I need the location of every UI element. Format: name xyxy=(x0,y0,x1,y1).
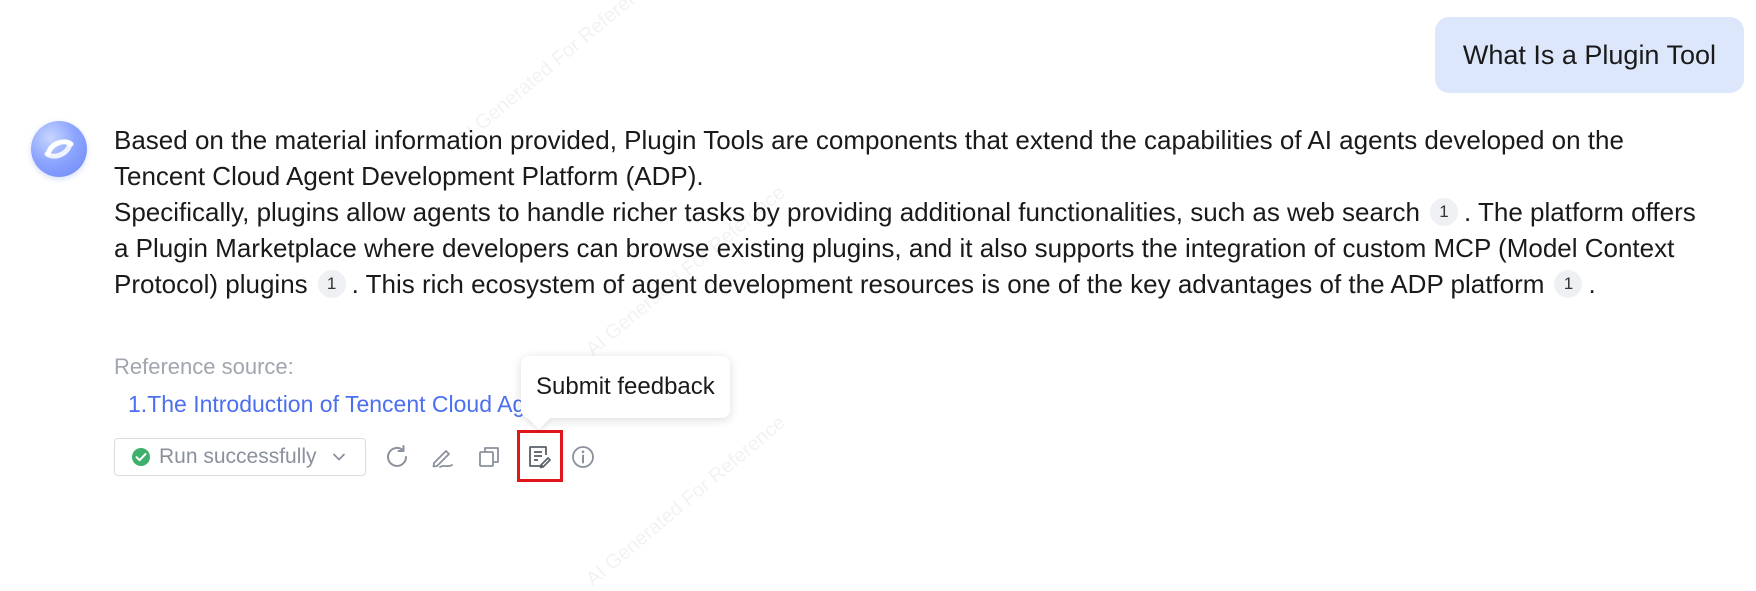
feedback-tooltip: Submit feedback xyxy=(521,356,730,418)
regenerate-button[interactable] xyxy=(382,442,412,472)
answer-paragraph: Based on the material information provid… xyxy=(114,125,1624,191)
edit-button[interactable] xyxy=(427,442,457,472)
info-button[interactable] xyxy=(568,442,598,472)
reference-label: Reference source: xyxy=(114,354,294,379)
check-circle-icon xyxy=(132,448,150,466)
chevron-down-icon xyxy=(332,453,345,461)
watermark: AI Generated For Reference xyxy=(582,411,790,591)
highlight-box xyxy=(517,430,563,482)
status-dropdown[interactable]: Run successfully xyxy=(114,438,366,476)
answer-paragraph: Specifically, plugins allow agents to ha… xyxy=(114,194,1714,302)
reference-link-text[interactable]: 1.The Introduction of Tencent Cloud Agen… xyxy=(128,391,530,418)
assistant-logo-icon xyxy=(44,139,74,159)
answer-text: . xyxy=(1588,269,1596,299)
user-message-bubble: What Is a Plugin Tool xyxy=(1434,17,1744,93)
status-label: Run successfully xyxy=(159,445,317,468)
assistant-answer: Based on the material information provid… xyxy=(114,122,1714,302)
answer-text: . This rich ecosystem of agent developme… xyxy=(351,269,1545,299)
citation-badge[interactable]: 1 xyxy=(317,270,346,299)
refresh-icon xyxy=(387,445,407,467)
user-message-text: What Is a Plugin Tool xyxy=(1462,39,1716,70)
answer-text: Specifically, plugins allow agents to ha… xyxy=(114,197,1421,227)
copy-button[interactable] xyxy=(474,442,504,472)
assistant-avatar xyxy=(31,121,87,177)
edit-icon xyxy=(432,450,453,468)
reference-link[interactable]: 1.The Introduction of Tencent Cloud Agen… xyxy=(118,391,530,418)
citation-badge[interactable]: 1 xyxy=(1430,198,1459,227)
copy-icon xyxy=(479,447,499,467)
tooltip-text: Submit feedback xyxy=(536,373,715,400)
info-icon xyxy=(572,446,594,468)
citation-badge[interactable]: 1 xyxy=(1554,270,1583,299)
